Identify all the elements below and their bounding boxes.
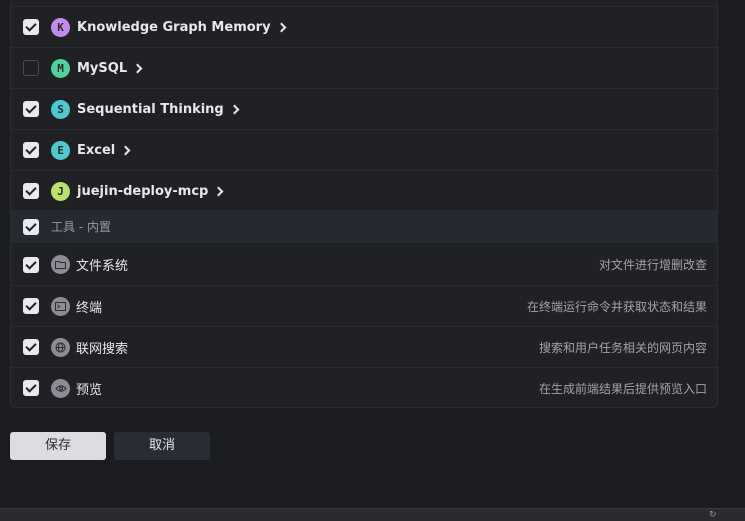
eye-icon [51,378,70,398]
tool-row-preview[interactable]: 预览 在生成前端结果后提供预览入口 [11,367,717,407]
checkbox-knowledge-graph-memory[interactable] [23,19,39,35]
save-button[interactable]: 保存 [10,432,106,460]
mcp-row-sequential-thinking[interactable]: S Sequential Thinking [11,88,717,129]
folder-icon [51,255,70,274]
checkbox-sequential-thinking[interactable] [23,101,39,117]
checkbox-preview[interactable] [23,380,39,396]
bottom-status-bar [0,508,745,521]
avatar-e-icon: E [51,140,70,160]
tool-name: 文件系统 [76,259,129,274]
tool-row-filesystem[interactable]: 文件系统 对文件进行增删改查 [11,244,717,285]
tool-name: 联网搜索 [76,341,129,357]
mcp-name[interactable]: juejin-deploy-mcp [77,184,224,199]
cancel-button[interactable]: 取消 [114,432,210,460]
tools-group-label: 工具 - 内置 [51,220,111,234]
mcp-name[interactable]: Sequential Thinking [77,102,240,117]
chevron-right-icon [213,186,224,196]
checkbox-filesystem[interactable] [23,256,39,273]
globe-icon [51,337,70,357]
avatar-j-icon: J [51,181,70,201]
tool-description: 对文件进行增删改查 [598,258,707,272]
tool-description: 在终端运行命令并获取状态和结果 [526,299,707,314]
terminal-icon [51,296,70,316]
tool-name: 终端 [76,300,103,316]
mcp-row-knowledge-graph-memory[interactable]: K Knowledge Graph Memory [11,6,717,47]
checkbox-excel[interactable] [23,142,39,158]
tool-row-web-search[interactable]: 联网搜索 搜索和用户任务相关的网页内容 [11,326,717,367]
mcp-row-mysql[interactable]: M MySQL [11,47,717,88]
mcp-row-excel[interactable]: E Excel [11,129,717,170]
tool-description: 在生成前端结果后提供预览入口 [538,381,707,396]
avatar-k-icon: K [51,17,70,37]
chevron-right-icon [229,104,240,114]
mcp-name[interactable]: MySQL [77,61,143,76]
chevron-right-icon [276,22,287,32]
tools-group-header[interactable]: 工具 - 内置 [11,210,717,243]
avatar-s-icon: S [51,99,70,119]
mcp-name[interactable]: Knowledge Graph Memory [77,20,287,35]
tool-row-terminal[interactable]: 终端 在终端运行命令并获取状态和结果 [11,285,717,326]
chevron-right-icon [132,63,143,73]
checkbox-juejin-deploy-mcp[interactable] [23,183,39,199]
checkbox-tools-group[interactable] [23,218,39,235]
tool-selection-panel: K Knowledge Graph Memory M MySQL S Seque… [10,0,718,408]
checkbox-mysql[interactable] [23,60,39,76]
chevron-right-icon [120,145,131,155]
tool-description: 搜索和用户任务相关的网页内容 [538,340,707,355]
avatar-m-icon: M [51,58,70,78]
checkbox-terminal[interactable] [23,298,39,314]
mcp-name[interactable]: Excel [77,143,131,158]
refresh-icon[interactable]: ↻ [709,511,719,520]
mcp-row-juejin-deploy-mcp[interactable]: J juejin-deploy-mcp [11,170,717,211]
checkbox-web-search[interactable] [23,339,39,355]
tool-name: 预览 [76,382,103,398]
